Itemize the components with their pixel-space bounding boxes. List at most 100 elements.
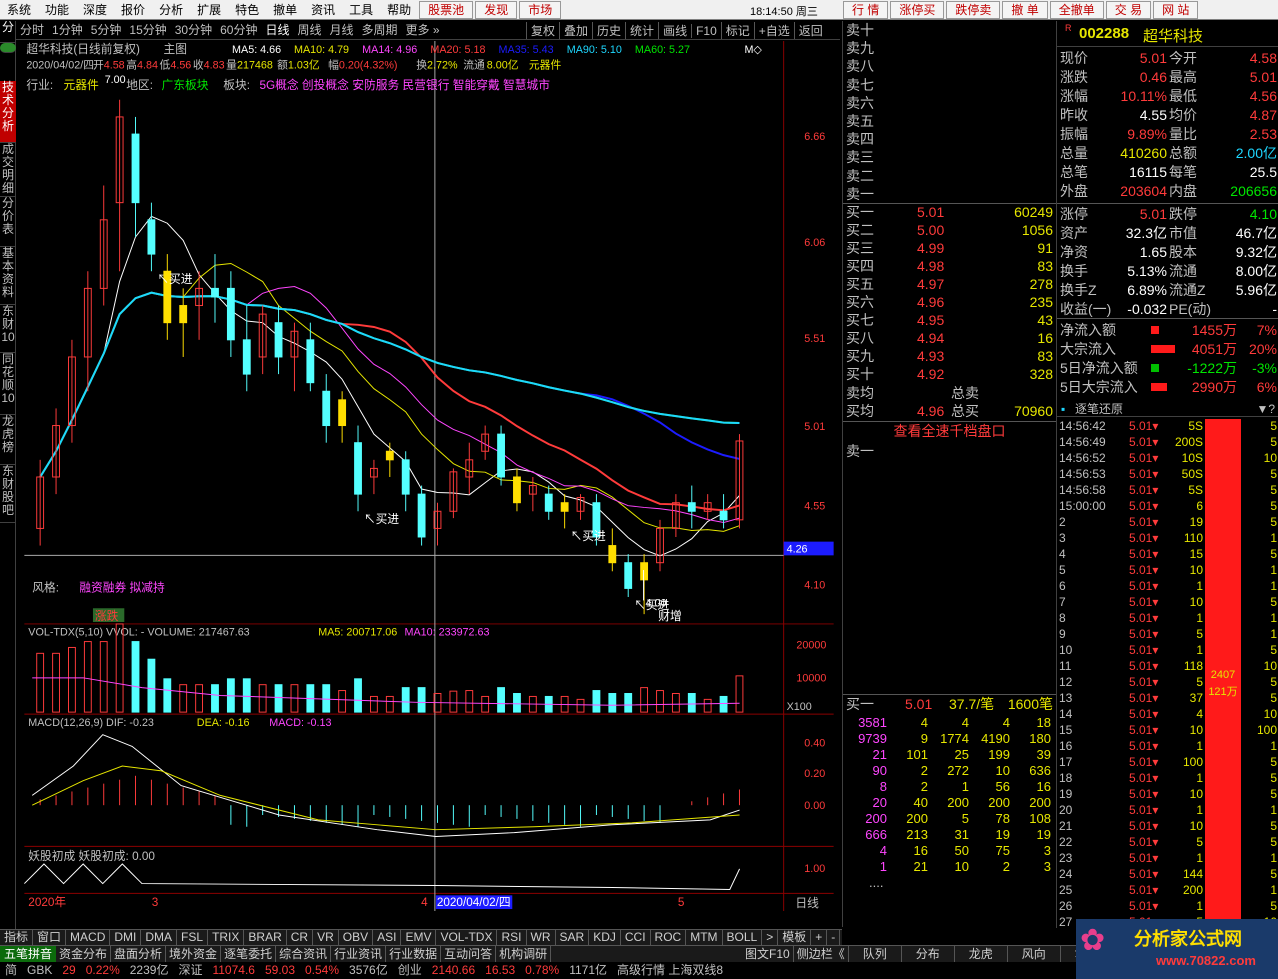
buy-level-row[interactable]: 买三 4.99 91 — [843, 239, 1056, 257]
side-tab[interactable]: 侧边栏《 — [794, 946, 849, 962]
sell-level-row[interactable]: 卖十 — [843, 21, 1056, 39]
tab-trade-detail[interactable]: 成交明细 — [0, 143, 16, 197]
cancel-all-button[interactable]: 全撤单 — [1049, 1, 1104, 19]
limit-up-buy-button[interactable]: 涨停买 — [890, 1, 945, 19]
limit-down-sell-button[interactable]: 跌停卖 — [946, 1, 1001, 19]
indicator-tab[interactable]: MTM — [686, 930, 723, 945]
indicator-tab[interactable]: SAR — [556, 930, 590, 945]
buy-level-row[interactable]: 买二 5.00 1056 — [843, 221, 1056, 239]
indicator-tab[interactable]: RSI — [497, 930, 527, 945]
buy-level-row[interactable]: 买五 4.97 278 — [843, 275, 1056, 293]
menu-item-help[interactable]: 帮助 — [380, 0, 418, 20]
stock-pool-button[interactable]: 股票池 — [419, 0, 474, 19]
indicator-tab[interactable]: OBV — [339, 930, 374, 945]
period-30min[interactable]: 30分钟 — [171, 21, 216, 39]
menu-item-system[interactable]: 系统 — [0, 0, 38, 20]
history-button[interactable]: 历史 — [592, 22, 625, 39]
tab-ths-10[interactable]: 同花顺10 — [0, 353, 16, 415]
indicator-tab[interactable]: EMV — [401, 930, 437, 945]
sell-level-row[interactable]: 卖九 — [843, 39, 1056, 57]
buy-level-row[interactable]: 买四 4.98 83 — [843, 257, 1056, 275]
tab-dragon-tiger[interactable]: 龙虎榜 — [0, 415, 16, 465]
indicator-tab[interactable]: BOLL — [723, 930, 763, 945]
menu-item-quote[interactable]: 报价 — [114, 0, 152, 20]
info-tab[interactable]: 综合资讯 — [276, 946, 332, 962]
back-button[interactable]: 返回 — [793, 22, 827, 39]
indicator-tab[interactable]: BRAR — [244, 930, 287, 945]
ticks-collapse-icon[interactable]: ▪ — [1061, 401, 1065, 417]
sell-level-row[interactable]: 卖六 — [843, 94, 1056, 112]
indicator-tab[interactable]: FSL — [177, 930, 209, 945]
buy-level-row[interactable]: 买七 4.95 43 — [843, 311, 1056, 329]
period-15min[interactable]: 15分钟 — [125, 21, 170, 39]
indicator-tab[interactable]: + — [811, 930, 828, 945]
period-monthly[interactable]: 月线 — [326, 21, 358, 39]
ma-more-icon[interactable]: M◇ — [744, 44, 762, 56]
info-tab[interactable]: 行业数据 — [386, 946, 442, 962]
info-tab[interactable]: 逐笔委托 — [221, 946, 277, 962]
draw-button[interactable]: 画线 — [658, 22, 691, 39]
period-5min[interactable]: 5分钟 — [87, 21, 126, 39]
sell-level-row[interactable]: 卖一 — [843, 185, 1056, 203]
menu-item-info[interactable]: 资讯 — [304, 0, 342, 20]
sell-level-row[interactable]: 卖二 — [843, 167, 1056, 185]
info-tab[interactable]: 互动问答 — [441, 946, 497, 962]
website-button[interactable]: 网 站 — [1153, 1, 1199, 19]
market-button[interactable]: 市场 — [519, 0, 562, 19]
side-tab[interactable]: 风向 — [1008, 946, 1061, 962]
tab-basic-info[interactable]: 基本资料 — [0, 247, 16, 305]
discover-button[interactable]: 发现 — [475, 0, 518, 19]
indicator-tab[interactable]: 窗口 — [33, 930, 67, 945]
menu-item-analysis[interactable]: 分析 — [152, 0, 190, 20]
buy-level-row[interactable]: 买九 4.93 83 — [843, 347, 1056, 365]
indicator-tab[interactable]: VOL-TDX — [436, 930, 498, 945]
period-more[interactable]: 更多 » — [402, 21, 444, 39]
menu-item-cancel[interactable]: 撤单 — [266, 0, 304, 20]
full-depth-link[interactable]: 查看全速千档盘口 — [843, 422, 1056, 440]
tab-technical-analysis[interactable]: 技术分析 — [0, 81, 16, 143]
menu-item-tools[interactable]: 工具 — [342, 0, 380, 20]
filter-icon[interactable]: ▼? — [1256, 401, 1275, 417]
indicator-tab[interactable]: ASI — [373, 930, 402, 945]
sell-level-row[interactable]: 卖八 — [843, 57, 1056, 75]
menu-item-depth[interactable]: 深度 — [76, 0, 114, 20]
stats-button[interactable]: 统计 — [625, 22, 658, 39]
period-daily[interactable]: 日线 — [261, 21, 293, 39]
indicator-tab[interactable]: KDJ — [589, 930, 621, 945]
sell-level-row[interactable]: 卖五 — [843, 112, 1056, 130]
side-tab[interactable]: 图文F10 — [742, 946, 794, 962]
indicator-tab[interactable]: CR — [287, 930, 314, 945]
side-tab[interactable]: 龙虎 — [955, 946, 1008, 962]
indicator-tab[interactable]: WR — [527, 930, 556, 945]
period-weekly[interactable]: 周线 — [293, 21, 325, 39]
sell-level-row[interactable]: 卖三 — [843, 148, 1056, 166]
indicator-tab[interactable]: MACD — [66, 930, 111, 945]
menu-item-extend[interactable]: 扩展 — [190, 0, 228, 20]
side-tab[interactable]: 分布 — [902, 946, 955, 962]
cancel-order-button[interactable]: 撤 单 — [1002, 1, 1048, 19]
period-multi[interactable]: 多周期 — [358, 21, 402, 39]
quote-button[interactable]: 行 情 — [843, 1, 889, 19]
tab-eastmoney-10[interactable]: 东财10 — [0, 305, 16, 353]
indicator-tab[interactable]: CCI — [621, 930, 651, 945]
trade-button[interactable]: 交 易 — [1105, 1, 1152, 19]
mark-button[interactable]: 标记 — [720, 22, 754, 39]
menu-item-special[interactable]: 特色 — [228, 0, 266, 20]
buy-level-row[interactable]: 买一 5.01 60249 — [843, 203, 1056, 221]
f10-button[interactable]: F10 — [691, 23, 721, 38]
indicator-tab[interactable]: ROC — [651, 930, 687, 945]
info-tab[interactable]: 行业资讯 — [331, 946, 387, 962]
adjust-button[interactable]: 复权 — [526, 22, 559, 39]
tab-eastmoney-forum[interactable]: 东财股吧 — [0, 465, 16, 523]
buy-level-row[interactable]: 买八 4.94 16 — [843, 329, 1056, 347]
kline-chart[interactable]: 4.26 超华科技(日线前复权) 主图 MA5: 4.66 MA10: 4.79 M… — [16, 41, 842, 911]
indicator-tab[interactable]: 模板 — [778, 930, 812, 945]
overlay-button[interactable]: 叠加 — [559, 22, 592, 39]
sell-level-row[interactable]: 卖七 — [843, 76, 1056, 94]
add-favorite-button[interactable]: +自选 — [753, 22, 794, 39]
buy-level-row[interactable]: 买六 4.96 235 — [843, 293, 1056, 311]
indicator-tab[interactable]: > — [762, 930, 779, 945]
indicator-tab[interactable]: DMA — [141, 930, 178, 945]
info-tab[interactable]: 盘面分析 — [111, 946, 167, 962]
period-1min[interactable]: 1分钟 — [48, 21, 87, 39]
